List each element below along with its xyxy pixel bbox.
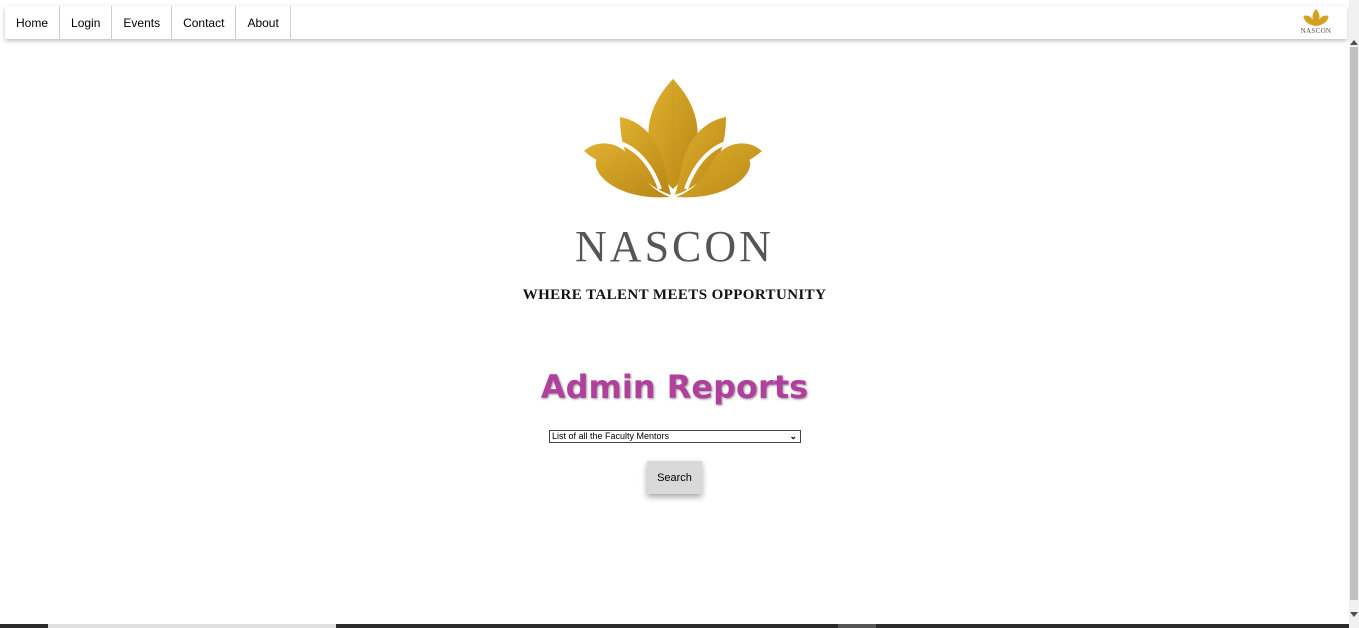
taskbar-segment — [838, 624, 876, 628]
bottom-taskbar-strip — [0, 624, 1349, 628]
nav-events[interactable]: Events — [112, 6, 173, 39]
report-select[interactable]: List of all the Faculty Mentors ⌄ — [549, 430, 801, 443]
brand-name: NASCON — [575, 222, 774, 271]
nav-logo[interactable]: NASCON — [1299, 7, 1333, 39]
scroll-up-icon[interactable] — [1350, 40, 1358, 45]
nav-login[interactable]: Login — [60, 6, 113, 39]
nav-contact[interactable]: Contact — [172, 6, 237, 39]
top-navbar: Home Login Events Contact About NASCON — [5, 6, 1347, 39]
nascon-lotus-logo — [584, 79, 762, 198]
nav-about[interactable]: About — [236, 6, 291, 39]
page: Home Login Events Contact About NASCON N… — [0, 0, 1359, 628]
search-button[interactable]: Search — [647, 461, 702, 494]
vertical-scrollbar[interactable] — [1349, 0, 1359, 628]
taskbar-segment — [48, 624, 336, 628]
brand-tagline: WHERE TALENT MEETS OPPORTUNITY — [522, 287, 827, 303]
page-title: Admin Reports — [540, 368, 809, 406]
report-select-value: List of all the Faculty Mentors — [552, 431, 670, 441]
chevron-down-icon: ⌄ — [789, 431, 797, 441]
scroll-thumb[interactable] — [1350, 47, 1358, 600]
lotus-icon — [1303, 8, 1329, 27]
nav-home[interactable]: Home — [5, 6, 61, 39]
nav-logo-text: NASCON — [1300, 27, 1332, 35]
scroll-down-icon[interactable] — [1350, 612, 1358, 617]
